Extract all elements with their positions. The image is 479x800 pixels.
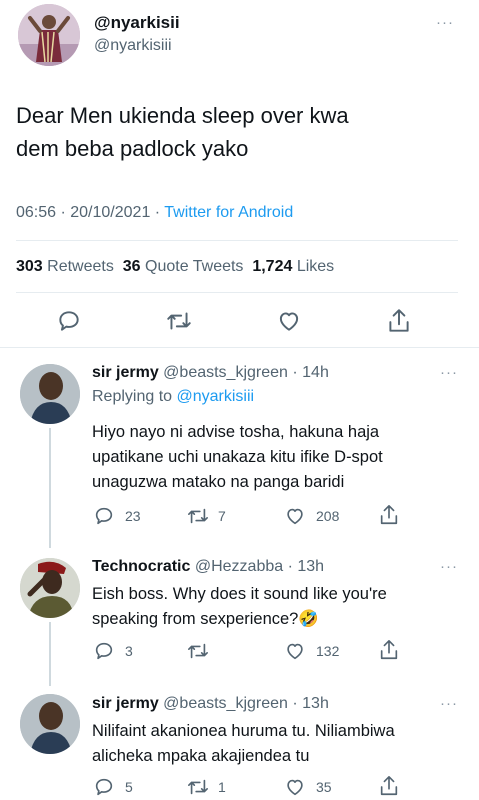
profile-photo — [20, 558, 80, 618]
reply-text-line: Eish boss. Why does it sound like you're — [92, 585, 387, 603]
reply-handle-time[interactable]: @beasts_kjgreen · 13h — [163, 695, 329, 712]
profile-photo — [20, 694, 80, 754]
reply-text: Hiyo nayo ni advise tosha, hakuna haja u… — [92, 420, 383, 495]
display-name[interactable]: @nyarkisii — [94, 13, 180, 33]
replying-to: Replying to @nyarkisiii — [92, 388, 254, 406]
reply-author-name[interactable]: sir jermy — [92, 364, 159, 381]
thread-connector — [49, 428, 51, 548]
share-icon[interactable] — [378, 638, 400, 662]
more-options-icon[interactable]: ··· — [440, 695, 458, 712]
tweet-text-line: Dear Men ukienda sleep over kwa — [16, 103, 349, 128]
like-icon[interactable] — [276, 308, 302, 334]
reply-header: sir jermy @beasts_kjgreen · 13h — [92, 695, 329, 713]
retweet-count: 7 — [218, 508, 226, 524]
reply-text-line: Nilifaint akanionea huruma tu. Niliambiw… — [92, 722, 395, 740]
reply-count: 5 — [125, 779, 133, 795]
reply-text-line: speaking from sexperience?🤣 — [92, 607, 387, 632]
reply-icon[interactable] — [56, 308, 82, 334]
avatar[interactable] — [20, 558, 80, 618]
reply-icon[interactable] — [93, 776, 115, 798]
like-icon[interactable] — [284, 776, 306, 798]
retweet-icon[interactable] — [186, 505, 210, 527]
divider — [0, 347, 479, 348]
reply-count: 3 — [125, 643, 133, 659]
retweet-count: 1 — [218, 779, 226, 795]
likes-count: 1,724 — [252, 258, 293, 275]
reply-text-line: unaguzwa matako na panga baridi — [92, 473, 345, 491]
share-icon[interactable] — [386, 307, 412, 335]
quotes-stat[interactable]: 36 Quote Tweets — [123, 258, 244, 275]
retweet-icon[interactable] — [186, 776, 210, 798]
reply-text-line: upatikane uchi unakaza kitu ifike D-spot — [92, 448, 383, 466]
retweets-stat[interactable]: 303 Retweets — [16, 258, 114, 275]
avatar[interactable] — [20, 694, 80, 754]
reply-text: Nilifaint akanionea huruma tu. Niliambiw… — [92, 719, 395, 769]
reply-header: Technocratic @Hezzabba · 13h — [92, 558, 324, 576]
retweet-icon[interactable] — [186, 640, 210, 662]
profile-photo — [18, 4, 80, 66]
like-count: 132 — [316, 643, 340, 659]
reply-handle-time[interactable]: @Hezzabba · 13h — [195, 558, 324, 575]
tweet-source-link[interactable]: Twitter for Android — [164, 204, 293, 221]
rofl-emoji: 🤣 — [298, 610, 319, 628]
reply-author-name[interactable]: sir jermy — [92, 695, 159, 712]
reply-icon[interactable] — [93, 505, 115, 527]
replying-to-link[interactable]: @nyarkisiii — [177, 388, 255, 405]
likes-label: Likes — [296, 258, 335, 275]
retweets-count: 303 — [16, 258, 43, 275]
reply-count: 23 — [125, 508, 141, 524]
more-options-icon[interactable]: ··· — [440, 364, 458, 381]
likes-stat[interactable]: 1,724 Likes — [252, 258, 334, 275]
divider — [16, 240, 458, 241]
avatar[interactable] — [20, 364, 80, 424]
reply-header: sir jermy @beasts_kjgreen · 14h — [92, 364, 329, 382]
reply-text: Eish boss. Why does it sound like you're… — [92, 582, 387, 632]
tweet-meta: 06:56 · 20/10/2021 · Twitter for Android — [16, 204, 293, 222]
avatar[interactable] — [18, 4, 80, 66]
more-options-icon[interactable]: ··· — [440, 558, 458, 575]
reply-text-line: alicheka mpaka akajiendea tu — [92, 747, 310, 765]
tweet-timestamp[interactable]: 06:56 · 20/10/2021 · — [16, 204, 160, 221]
share-icon[interactable] — [378, 503, 400, 527]
like-icon[interactable] — [284, 505, 306, 527]
thread-connector — [49, 622, 51, 686]
tweet-text: Dear Men ukienda sleep over kwa dem beba… — [16, 99, 349, 165]
quotes-label: Quote Tweets — [145, 258, 244, 275]
quotes-count: 36 — [122, 258, 141, 275]
share-icon[interactable] — [378, 774, 400, 798]
replying-to-label: Replying to — [92, 388, 173, 405]
reply-author-name[interactable]: Technocratic — [92, 558, 190, 575]
handle[interactable]: @nyarkisiii — [94, 37, 172, 55]
retweet-icon[interactable] — [165, 308, 193, 334]
reply-handle-time[interactable]: @beasts_kjgreen · 14h — [163, 364, 329, 381]
tweet-text-line: dem beba padlock yako — [16, 136, 249, 161]
reply-text-line: Hiyo nayo ni advise tosha, hakuna haja — [92, 423, 380, 441]
like-icon[interactable] — [284, 640, 306, 662]
like-count: 35 — [316, 779, 332, 795]
reply-text-fragment: speaking from sexperience? — [92, 610, 299, 628]
retweets-label: Retweets — [47, 258, 114, 275]
divider — [16, 292, 458, 293]
more-options-icon[interactable]: ··· — [436, 14, 454, 31]
like-count: 208 — [316, 508, 340, 524]
tweet-stats: 303 Retweets 36 Quote Tweets 1,724 Likes — [16, 258, 334, 276]
profile-photo — [20, 364, 80, 424]
reply-icon[interactable] — [93, 640, 115, 662]
